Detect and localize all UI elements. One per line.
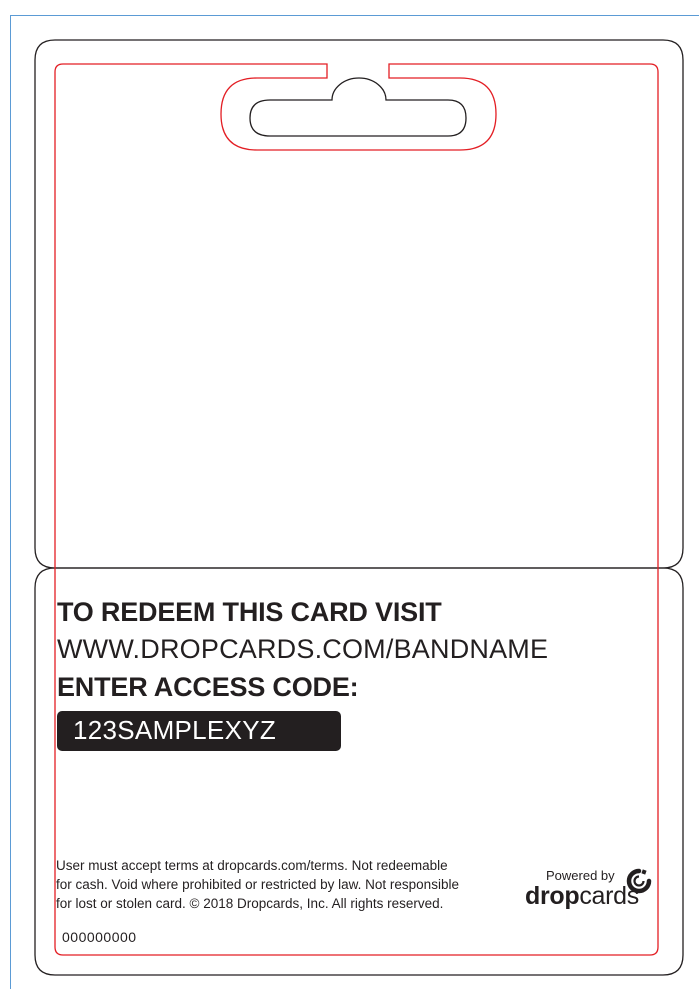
hang-hole [249, 77, 467, 137]
legal-line: User must accept terms at dropcards.com/… [56, 858, 448, 873]
card-artwork [10, 15, 699, 989]
redeem-url: WWW.DROPCARDS.COM/BANDNAME [57, 634, 549, 664]
trim-line [54, 63, 659, 956]
legal-line: for lost or stolen card. © 2018 Dropcard… [56, 896, 444, 911]
powered-by-label: Powered by [546, 868, 615, 883]
brand-bold: drop [525, 882, 580, 910]
page-border [10, 15, 699, 989]
card-bottom-panel-outline [34, 567, 684, 976]
dropcards-logo-icon [626, 868, 652, 894]
access-code-box: 123SAMPLEXYZ [57, 711, 341, 751]
legal-text: User must accept terms at dropcards.com/… [56, 856, 516, 913]
legal-line: for cash. Void where prohibited or restr… [56, 877, 459, 892]
serial-number: 000000000 [62, 929, 137, 945]
redeem-heading: TO REDEEM THIS CARD VISIT [57, 597, 442, 627]
dropcards-brand: dropcards [525, 882, 639, 911]
access-code-heading: ENTER ACCESS CODE: [57, 672, 359, 702]
access-code: 123SAMPLEXYZ [73, 715, 277, 745]
card-top-panel-outline [34, 39, 684, 569]
